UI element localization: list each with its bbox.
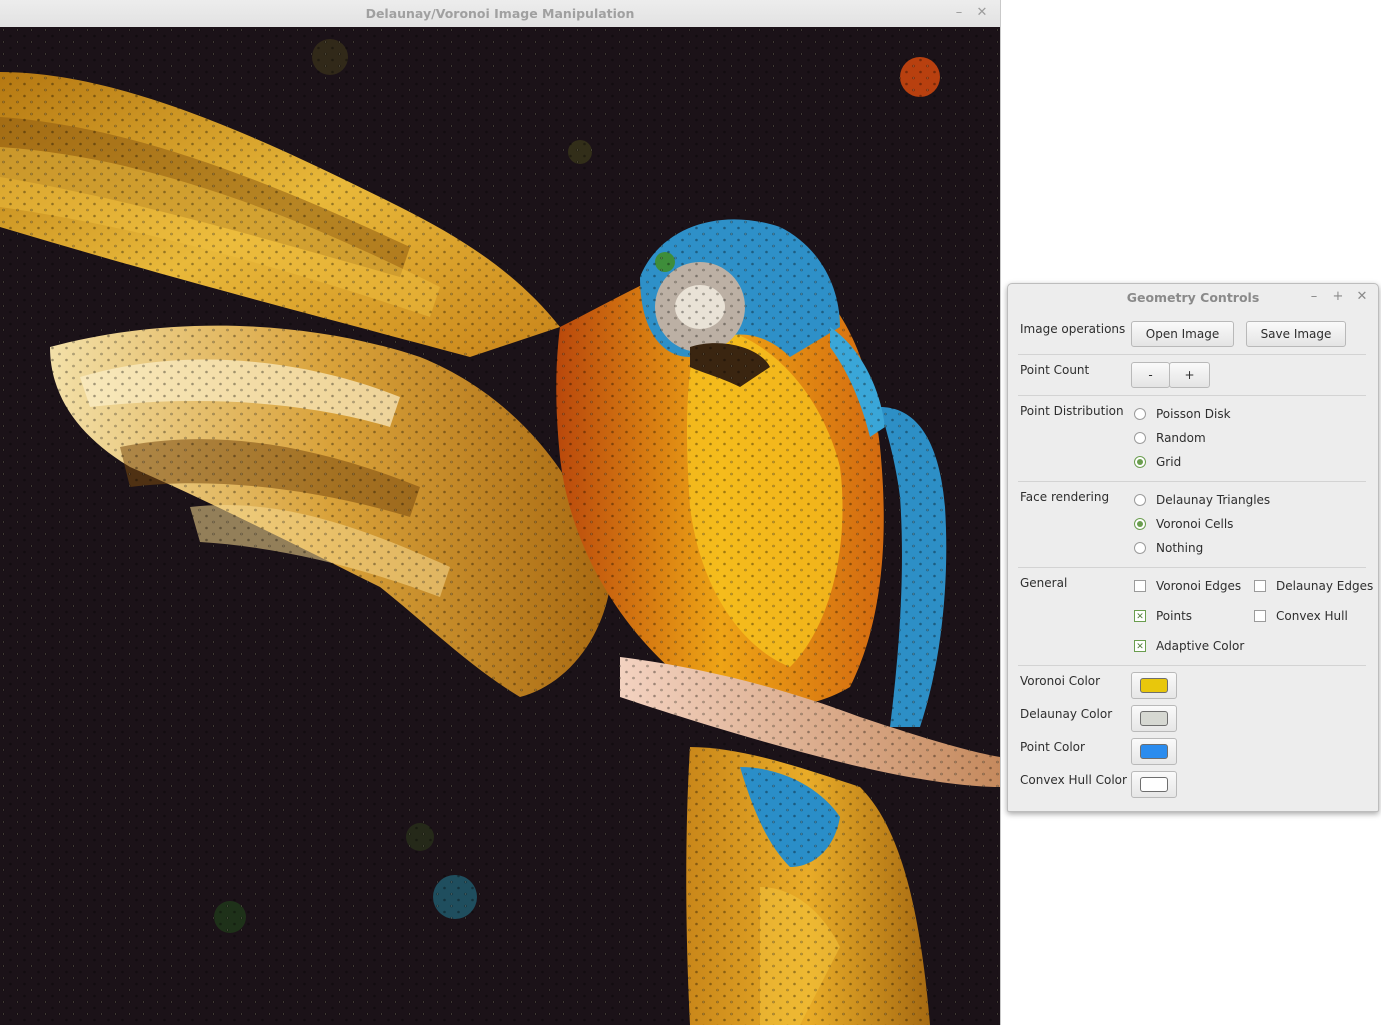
checkbox-indicator[interactable] bbox=[1254, 610, 1266, 622]
checkbox-label: Adaptive Color bbox=[1156, 639, 1245, 653]
radio-indicator[interactable] bbox=[1134, 408, 1146, 420]
voronoi-color-label: Voronoi Color bbox=[1020, 674, 1101, 688]
radio-label: Grid bbox=[1156, 455, 1182, 469]
window-title: Delaunay/Voronoi Image Manipulation bbox=[365, 6, 635, 21]
dialog-title[interactable]: Geometry Controls bbox=[1008, 284, 1378, 312]
convex-hull-color-label: Convex Hull Color bbox=[1020, 773, 1127, 787]
separator bbox=[1018, 481, 1366, 482]
radio-indicator-selected[interactable] bbox=[1134, 456, 1146, 468]
delaunay-color-label: Delaunay Color bbox=[1020, 707, 1113, 721]
separator bbox=[1018, 567, 1366, 568]
image-operations-label: Image operations bbox=[1020, 322, 1126, 336]
checkbox-label: Voronoi Edges bbox=[1156, 579, 1242, 593]
checkbox-indicator[interactable] bbox=[1254, 580, 1266, 592]
radio-indicator[interactable] bbox=[1134, 432, 1146, 444]
image-canvas[interactable] bbox=[0, 27, 1000, 1025]
checkbox-label: Points bbox=[1156, 609, 1193, 623]
voronoi-color-swatch bbox=[1140, 678, 1168, 693]
radio-label: Poisson Disk bbox=[1156, 407, 1231, 421]
radio-indicator[interactable] bbox=[1134, 542, 1146, 554]
checkbox-indicator-checked[interactable] bbox=[1134, 609, 1146, 625]
general-label: General bbox=[1020, 576, 1068, 590]
radio-label: Random bbox=[1156, 431, 1206, 445]
radio-label: Nothing bbox=[1156, 541, 1204, 555]
decrease-points-button[interactable]: - bbox=[1131, 362, 1170, 388]
checkbox-label: Convex Hull bbox=[1276, 609, 1348, 623]
separator bbox=[1018, 665, 1366, 666]
face-rendering-label: Face rendering bbox=[1020, 490, 1110, 504]
point-color-button[interactable] bbox=[1131, 738, 1177, 765]
minimize-icon[interactable]: – bbox=[1306, 289, 1322, 305]
convex-hull-color-button[interactable] bbox=[1131, 771, 1177, 798]
checkbox-label: Delaunay Edges bbox=[1276, 579, 1374, 593]
separator bbox=[1018, 395, 1366, 396]
separator bbox=[1018, 354, 1366, 355]
open-image-button[interactable]: Open Image bbox=[1131, 321, 1234, 347]
convex-hull-color-swatch bbox=[1140, 777, 1168, 792]
voronoi-color-button[interactable] bbox=[1131, 672, 1177, 699]
close-icon[interactable]: ✕ bbox=[973, 4, 991, 22]
radio-label: Voronoi Cells bbox=[1156, 517, 1234, 531]
radio-indicator[interactable] bbox=[1134, 494, 1146, 506]
minimize-icon[interactable]: – bbox=[950, 4, 968, 22]
main-window: Delaunay/Voronoi Image Manipulation – ✕ bbox=[0, 0, 1001, 1025]
point-distribution-label: Point Distribution bbox=[1020, 404, 1124, 418]
main-titlebar[interactable]: Delaunay/Voronoi Image Manipulation – ✕ bbox=[0, 0, 1000, 28]
checkbox-indicator[interactable] bbox=[1134, 580, 1146, 592]
delaunay-color-button[interactable] bbox=[1131, 705, 1177, 732]
increase-points-button[interactable]: + bbox=[1169, 362, 1210, 388]
voronoi-mosaic-image bbox=[0, 27, 1000, 1025]
checkbox-indicator-checked[interactable] bbox=[1134, 639, 1146, 655]
point-color-label: Point Color bbox=[1020, 740, 1085, 754]
radio-indicator-selected[interactable] bbox=[1134, 518, 1146, 530]
save-image-button[interactable]: Save Image bbox=[1246, 321, 1346, 347]
point-count-label: Point Count bbox=[1020, 363, 1090, 377]
geometry-controls-dialog: Geometry Controls – + ✕ Image operations… bbox=[1007, 283, 1379, 812]
close-icon[interactable]: ✕ bbox=[1354, 289, 1370, 305]
delaunay-color-swatch bbox=[1140, 711, 1168, 726]
maximize-icon[interactable]: + bbox=[1330, 289, 1346, 305]
point-color-swatch bbox=[1140, 744, 1168, 759]
radio-label: Delaunay Triangles bbox=[1156, 493, 1271, 507]
